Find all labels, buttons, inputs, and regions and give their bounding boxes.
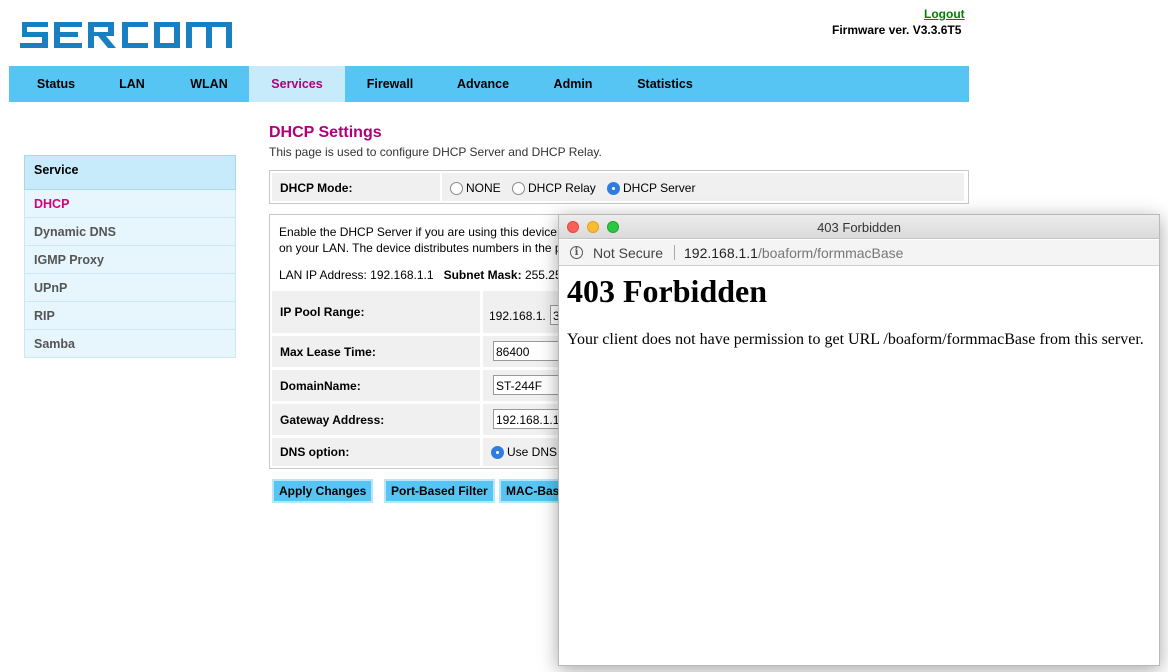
tab-lan[interactable]: LAN: [103, 66, 161, 102]
radio-server[interactable]: [607, 181, 620, 195]
tab-firewall[interactable]: Firewall: [349, 66, 431, 102]
error-message: Your client does not have permission to …: [567, 331, 1144, 348]
use-dns-label: Use DNS: [507, 445, 558, 459]
top-nav: Status LAN WLAN Services Firewall Advanc…: [9, 66, 969, 102]
lan-ip-label: LAN IP Address:: [279, 268, 367, 282]
sidebar: Service DHCP Dynamic DNS IGMP Proxy UPnP…: [24, 155, 236, 358]
sidebar-item-dynamic-dns[interactable]: Dynamic DNS: [24, 218, 236, 246]
dhcp-mode-row: DHCP Mode: NONE DHCP Relay DHCP Server: [269, 170, 969, 204]
subnet-mask-value: 255.25: [524, 268, 562, 282]
popup-window-title: 403 Forbidden: [817, 220, 901, 235]
dhcp-mode-label: DHCP Mode:: [272, 173, 440, 201]
popup-titlebar: 403 Forbidden: [559, 215, 1159, 239]
browser-popup-window: 403 Forbidden i Not Secure 192.168.1.1/b…: [558, 214, 1160, 666]
apply-changes-button[interactable]: Apply Changes: [272, 479, 374, 503]
lan-ip-value: 192.168.1.1: [370, 268, 434, 282]
ip-pool-prefix: 192.168.1.: [489, 309, 546, 323]
tab-statistics[interactable]: Statistics: [621, 66, 709, 102]
dhcp-mode-options: NONE DHCP Relay DHCP Server: [442, 173, 964, 201]
sidebar-item-dhcp[interactable]: DHCP: [24, 190, 236, 218]
page-description: This page is used to configure DHCP Serv…: [269, 145, 602, 159]
dhcp-mode-server-option[interactable]: DHCP Server: [607, 181, 695, 195]
sercom-logo: [20, 22, 232, 48]
logout-link[interactable]: Logout: [924, 7, 965, 21]
gateway-label: Gateway Address:: [272, 404, 480, 435]
url-path: /boaform/formmacBase: [757, 245, 904, 261]
dhcp-mode-server-label: DHCP Server: [623, 181, 696, 195]
firmware-version: Firmware ver. V3.3.6T5: [832, 23, 962, 37]
sidebar-item-samba[interactable]: Samba: [24, 330, 236, 358]
tab-admin[interactable]: Admin: [537, 66, 609, 102]
dhcp-mode-none-label: NONE: [466, 181, 501, 195]
ip-pool-label: IP Pool Range:: [272, 291, 480, 333]
tab-services[interactable]: Services: [249, 66, 345, 102]
max-lease-label: Max Lease Time:: [272, 336, 480, 367]
dhcp-mode-relay-label: DHCP Relay: [528, 181, 596, 195]
tab-advance[interactable]: Advance: [441, 66, 525, 102]
url-separator: [674, 245, 675, 260]
info-icon[interactable]: i: [570, 246, 583, 259]
subnet-mask-label: Subnet Mask:: [443, 268, 522, 282]
lan-info: LAN IP Address: 192.168.1.1 Subnet Mask:…: [279, 268, 562, 282]
tab-wlan[interactable]: WLAN: [169, 66, 249, 102]
sidebar-item-upnp[interactable]: UPnP: [24, 274, 236, 302]
tab-status[interactable]: Status: [9, 66, 103, 102]
port-based-filter-button[interactable]: Port-Based Filter: [384, 479, 495, 503]
domain-name-label: DomainName:: [272, 370, 480, 401]
error-heading: 403 Forbidden: [567, 273, 768, 309]
radio-use-dns[interactable]: [491, 445, 504, 459]
dns-option-use-dns[interactable]: Use DNS: [491, 445, 557, 459]
mac-based-filter-button[interactable]: MAC-Bas: [499, 479, 567, 503]
radio-none[interactable]: [450, 181, 463, 195]
url-text[interactable]: 192.168.1.1/boaform/formmacBase: [684, 245, 903, 261]
sidebar-heading: Service: [24, 155, 236, 190]
url-host: 192.168.1.1: [684, 245, 758, 261]
dhcp-mode-none-option[interactable]: NONE: [450, 181, 501, 195]
dhcp-mode-relay-option[interactable]: DHCP Relay: [512, 181, 596, 195]
radio-relay[interactable]: [512, 181, 525, 195]
address-bar[interactable]: i Not Secure 192.168.1.1/boaform/formmac…: [559, 240, 1159, 266]
sidebar-item-rip[interactable]: RIP: [24, 302, 236, 330]
dns-option-label: DNS option:: [272, 438, 480, 466]
not-secure-label: Not Secure: [593, 245, 664, 261]
sidebar-item-igmp-proxy[interactable]: IGMP Proxy: [24, 246, 236, 274]
page-title: DHCP Settings: [269, 124, 382, 141]
